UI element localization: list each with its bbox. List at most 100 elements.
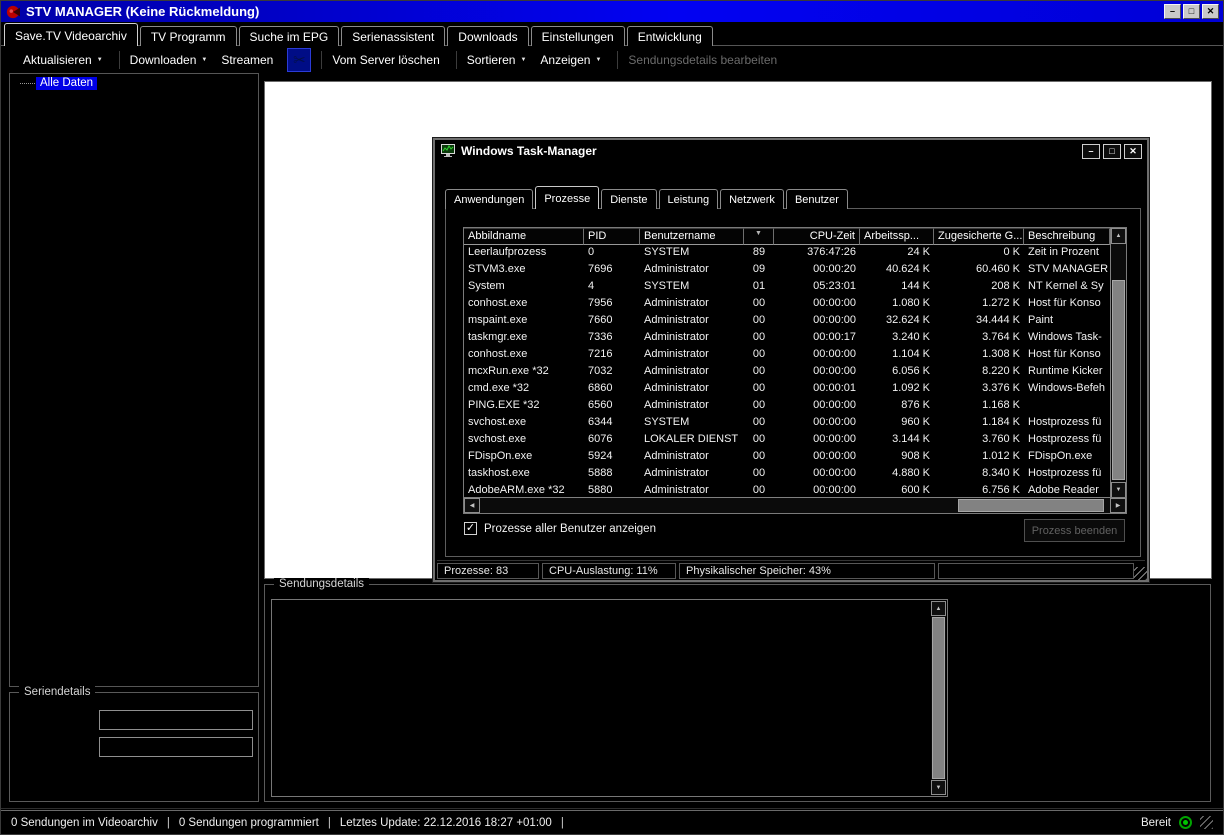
column-header-arbeitssp[interactable]: Arbeitssp... xyxy=(860,228,934,245)
process-cell: Windows-Befeh xyxy=(1024,381,1110,398)
tab-downloads[interactable]: Downloads xyxy=(447,26,528,46)
sort-button[interactable]: Sortieren ▼ xyxy=(467,53,527,67)
column-header-pid[interactable]: PID xyxy=(584,228,640,245)
tab-save-tv-videoarchiv[interactable]: Save.TV Videoarchiv xyxy=(4,23,138,46)
seriendetails-label: Seriendetails xyxy=(19,686,95,698)
process-row[interactable]: cmd.exe *326860Administrator0000:00:011.… xyxy=(464,381,1126,398)
tab-netzwerk[interactable]: Netzwerk xyxy=(720,189,784,209)
close-icon[interactable]: ✕ xyxy=(1202,4,1219,19)
show-all-users-checkbox[interactable]: ✓ xyxy=(464,522,477,535)
process-cell: STVM3.exe xyxy=(464,262,584,279)
process-cell: 00:00:00 xyxy=(774,398,860,415)
process-row[interactable]: Leerlaufprozess0SYSTEM89376:47:2624 K0 K… xyxy=(464,245,1126,262)
process-cell: 00:00:00 xyxy=(774,296,860,313)
process-cell: 00:00:01 xyxy=(774,381,860,398)
scroll-right-icon[interactable]: ▶ xyxy=(1110,498,1126,513)
tab-leistung[interactable]: Leistung xyxy=(659,189,719,209)
view-label: Anzeigen xyxy=(540,53,590,67)
maximize-icon[interactable]: □ xyxy=(1183,4,1200,19)
process-cell: 09 xyxy=(744,262,774,279)
end-process-button[interactable]: Prozess beenden xyxy=(1024,519,1125,542)
close-icon[interactable]: ✕ xyxy=(1124,144,1142,159)
minimize-icon[interactable]: – xyxy=(1082,144,1100,159)
app-title: STV MANAGER (Keine Rückmeldung) xyxy=(26,4,259,19)
minimize-icon[interactable]: – xyxy=(1164,4,1181,19)
tab-einstellungen[interactable]: Einstellungen xyxy=(531,26,625,46)
statusbar-item: Letztes Update: 22.12.2016 18:27 +01:00 xyxy=(340,817,552,829)
process-row[interactable]: svchost.exe6076LOKALER DIENST0000:00:003… xyxy=(464,432,1126,449)
column-header-zugesicherte-g[interactable]: Zugesicherte G... xyxy=(934,228,1024,245)
process-cell: taskhost.exe xyxy=(464,466,584,483)
delete-from-server-button[interactable]: Vom Server löschen xyxy=(332,53,439,67)
refresh-button[interactable]: Aktualisieren ▼ xyxy=(23,53,103,67)
seriendetails-field-1[interactable] xyxy=(99,710,253,730)
process-row[interactable]: svchost.exe6344SYSTEM0000:00:00960 K1.18… xyxy=(464,415,1126,432)
resize-grip[interactable] xyxy=(1134,567,1147,580)
tab-entwicklung[interactable]: Entwicklung xyxy=(627,26,713,46)
process-row[interactable]: taskhost.exe5888Administrator0000:00:004… xyxy=(464,466,1126,483)
download-button[interactable]: Downloaden ▼ xyxy=(130,53,208,67)
resize-grip[interactable] xyxy=(1200,816,1213,829)
process-cell: Leerlaufprozess xyxy=(464,245,584,262)
sort-desc-icon[interactable]: ▼ xyxy=(744,228,774,245)
process-row[interactable]: AdobeARM.exe *325880Administrator0000:00… xyxy=(464,483,1126,498)
scrollbar-thumb[interactable] xyxy=(958,499,1104,512)
process-cell: mcxRun.exe *32 xyxy=(464,364,584,381)
process-table-hscrollbar[interactable]: ◀ ▶ xyxy=(464,497,1126,513)
scrollbar-thumb[interactable] xyxy=(932,617,945,779)
sendungsdetails-scrollbar[interactable]: ▲ ▼ xyxy=(931,601,946,795)
process-row[interactable]: System4SYSTEM0105:23:01144 K208 KNT Kern… xyxy=(464,279,1126,296)
column-header-beschreibung[interactable]: Beschreibung xyxy=(1024,228,1110,245)
column-header-cpu-zeit[interactable]: CPU-Zeit xyxy=(774,228,860,245)
view-button[interactable]: Anzeigen ▼ xyxy=(540,53,601,67)
process-row[interactable]: mcxRun.exe *327032Administrator0000:00:0… xyxy=(464,364,1126,381)
process-cell: Administrator xyxy=(640,449,744,466)
tab-prozesse[interactable]: Prozesse xyxy=(535,186,599,209)
column-header-abbildname[interactable]: Abbildname xyxy=(464,228,584,245)
status-section-empty xyxy=(938,563,1134,579)
tab-tv-programm[interactable]: TV Programm xyxy=(140,26,237,46)
process-cell: 00 xyxy=(744,296,774,313)
process-cell: PING.EXE *32 xyxy=(464,398,584,415)
scissors-icon[interactable]: ✂ xyxy=(287,48,311,72)
tab-anwendungen[interactable]: Anwendungen xyxy=(445,189,533,209)
tree-item-alle-daten[interactable]: Alle Daten xyxy=(20,77,258,90)
process-cell: Adobe Reader xyxy=(1024,483,1110,498)
status-section-prozesse: Prozesse: 83 xyxy=(437,563,539,579)
show-all-users-row: ✓ Prozesse aller Benutzer anzeigen xyxy=(464,522,656,535)
process-cell: 960 K xyxy=(860,415,934,432)
process-cell: 208 K xyxy=(934,279,1024,296)
scroll-left-icon[interactable]: ◀ xyxy=(464,498,480,513)
process-row[interactable]: taskmgr.exe7336Administrator0000:00:173.… xyxy=(464,330,1126,347)
scroll-up-icon[interactable]: ▲ xyxy=(931,601,946,616)
process-row[interactable]: STVM3.exe7696Administrator0900:00:2040.6… xyxy=(464,262,1126,279)
scrollbar-thumb[interactable] xyxy=(1112,280,1125,480)
scroll-down-icon[interactable]: ▼ xyxy=(931,780,946,795)
process-cell: 1.080 K xyxy=(860,296,934,313)
tab-dienste[interactable]: Dienste xyxy=(601,189,656,209)
process-row[interactable]: FDispOn.exe5924Administrator0000:00:0090… xyxy=(464,449,1126,466)
process-cell: 0 K xyxy=(934,245,1024,262)
stream-button[interactable]: Streamen xyxy=(221,53,273,67)
scroll-up-icon[interactable]: ▲ xyxy=(1111,228,1126,244)
maximize-icon[interactable]: □ xyxy=(1103,144,1121,159)
process-table-header: AbbildnamePIDBenutzername▼CPU-ZeitArbeit… xyxy=(464,228,1126,245)
process-cell: 6.056 K xyxy=(860,364,934,381)
process-row[interactable]: mspaint.exe7660Administrator0000:00:0032… xyxy=(464,313,1126,330)
tab-benutzer[interactable]: Benutzer xyxy=(786,189,848,209)
scroll-down-icon[interactable]: ▼ xyxy=(1111,482,1126,498)
seriendetails-field-2[interactable] xyxy=(99,737,253,757)
process-row[interactable]: conhost.exe7216Administrator0000:00:001.… xyxy=(464,347,1126,364)
app-titlebar: STV MANAGER (Keine Rückmeldung) – □ ✕ xyxy=(1,1,1223,23)
process-cell: 7216 xyxy=(584,347,640,364)
tab-serienassistent[interactable]: Serienassistent xyxy=(341,26,445,46)
process-cell: 1.308 K xyxy=(934,347,1024,364)
tab-suche-im-epg[interactable]: Suche im EPG xyxy=(239,26,340,46)
process-row[interactable]: conhost.exe7956Administrator0000:00:001.… xyxy=(464,296,1126,313)
sort-label: Sortieren xyxy=(467,53,516,67)
column-header-benutzername[interactable]: Benutzername xyxy=(640,228,744,245)
process-cell: 4.880 K xyxy=(860,466,934,483)
process-table-vscrollbar[interactable]: ▲ ▼ xyxy=(1110,228,1126,498)
process-row[interactable]: PING.EXE *326560Administrator0000:00:008… xyxy=(464,398,1126,415)
app-statusbar: 0 Sendungen im Videoarchiv|0 Sendungen p… xyxy=(1,810,1223,834)
